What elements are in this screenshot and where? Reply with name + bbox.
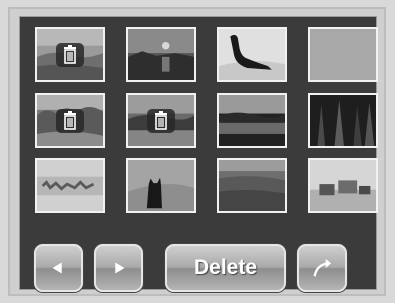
thumbnail-6[interactable]: [126, 93, 196, 148]
thumbnail-11[interactable]: [217, 158, 287, 213]
photo-grass-field: [219, 160, 285, 211]
curved-arrow-icon: [313, 258, 332, 277]
thumbnail-8[interactable]: [308, 93, 378, 148]
photo-cat-silhouette: [128, 160, 194, 211]
photo-seaside-buildings: [310, 160, 376, 211]
thumbnail-1[interactable]: [35, 27, 105, 82]
thumbnail-5[interactable]: [35, 93, 105, 148]
thumbnail-12[interactable]: [308, 158, 378, 213]
thumbnail-4[interactable]: [308, 27, 378, 82]
photo-snowy-shore: [37, 160, 103, 211]
right-triangle-icon: [115, 262, 125, 274]
thumbnail-10[interactable]: [126, 158, 196, 213]
trash-badge: [56, 42, 84, 67]
trash-badge: [147, 108, 175, 133]
thumbnail-screen: Delete: [19, 16, 378, 292]
photo-dark-lake: [219, 95, 285, 146]
photo-dog-on-sand: [219, 29, 285, 80]
thumbnail-7[interactable]: [217, 93, 287, 148]
photo-blank-grey: [310, 29, 376, 80]
trash-icon: [64, 110, 76, 130]
trash-badge: [56, 108, 84, 133]
thumbnail-2[interactable]: [126, 27, 196, 82]
delete-button-label: Delete: [193, 256, 258, 279]
delete-button[interactable]: Delete: [165, 244, 286, 292]
previous-button[interactable]: [34, 244, 83, 292]
thumbnail-9[interactable]: [35, 158, 105, 213]
thumbnail-3[interactable]: [217, 27, 287, 82]
share-button[interactable]: [297, 244, 347, 292]
photo-forest: [310, 95, 376, 146]
photo-sunset-lake: [128, 29, 194, 80]
next-button[interactable]: [94, 244, 143, 292]
trash-icon: [64, 44, 76, 64]
left-triangle-icon: [52, 262, 62, 274]
trash-icon: [155, 110, 167, 130]
